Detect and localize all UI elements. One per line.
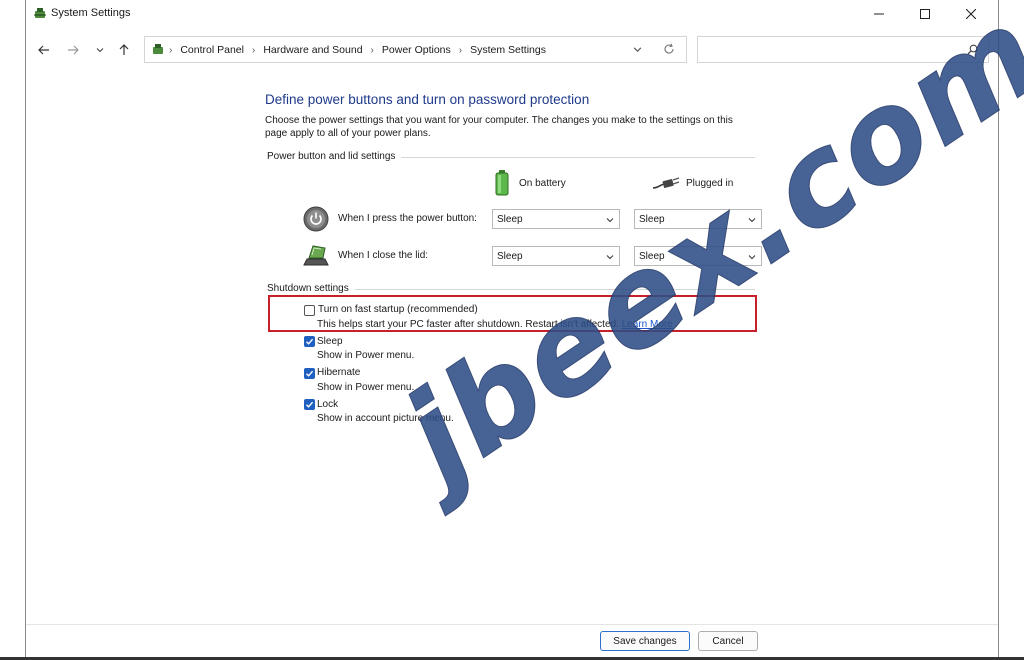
on-battery-header: On battery [495,170,566,196]
footer-divider [26,624,998,625]
window-title: System Settings [51,7,131,19]
address-bar[interactable]: › Control Panel › Hardware and Sound › P… [144,36,687,63]
page-description: Choose the power settings that you want … [265,115,733,139]
breadcrumb-power-options[interactable]: Power Options [382,44,451,56]
select-value: Sleep [497,214,523,225]
checkmark-icon [306,338,314,345]
power-options-icon [151,42,165,59]
cancel-button[interactable]: Cancel [698,631,758,651]
breadcrumb-control-panel[interactable]: Control Panel [180,44,244,56]
select-value: Sleep [497,251,523,262]
hibernate-checkbox[interactable] [304,368,315,379]
refresh-icon[interactable] [663,43,675,58]
save-changes-button[interactable]: Save changes [600,631,690,651]
power-plug-icon [652,177,680,189]
minimize-button[interactable] [856,0,902,28]
breadcrumb: › Control Panel › Hardware and Sound › P… [169,44,546,56]
sleep-checkbox[interactable] [304,336,315,347]
up-button[interactable] [114,40,134,60]
title-bar: System Settings [26,0,998,28]
power-button-icon [303,206,329,232]
power-options-icon [33,6,47,20]
forward-arrow-icon [68,45,79,55]
breadcrumb-hardware-and-sound[interactable]: Hardware and Sound [263,44,362,56]
shutdown-group-label: Shutdown settings [267,283,355,294]
back-arrow-icon [38,45,49,55]
back-button[interactable] [34,40,54,60]
checkmark-icon [306,370,314,377]
checkmark-icon [306,401,314,408]
chevron-right-icon: › [251,44,256,56]
up-arrow-icon [119,44,129,55]
breadcrumb-system-settings[interactable]: System Settings [470,44,546,56]
laptop-lid-icon [303,242,329,268]
lock-label[interactable]: Lock [317,399,338,410]
address-dropdown-icon[interactable] [633,45,642,57]
chevron-down-icon [96,48,104,53]
lock-checkbox[interactable] [304,399,315,410]
power-button-battery-select[interactable]: Sleep [492,209,620,229]
recent-locations-button[interactable] [90,40,110,60]
power-button-label: When I press the power button: [338,213,477,224]
page-title: Define power buttons and turn on passwor… [265,92,590,107]
hibernate-label[interactable]: Hibernate [317,367,360,378]
sleep-description: Show in Power menu. [317,350,415,361]
chevron-right-icon: › [370,44,374,56]
chevron-down-icon [606,218,614,223]
battery-icon [495,170,509,196]
sleep-label[interactable]: Sleep [317,336,343,347]
close-lid-label: When I close the lid: [338,250,429,261]
chevron-right-icon: › [169,44,173,56]
chevron-right-icon: › [458,44,463,56]
on-battery-label: On battery [519,177,566,189]
forward-button[interactable] [63,40,83,60]
power-group-label: Power button and lid settings [267,151,402,162]
